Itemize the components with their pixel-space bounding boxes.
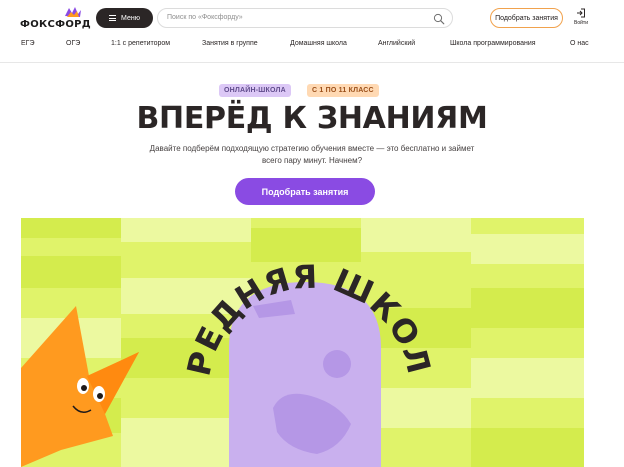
hero-subtitle: Давайте подберём подходящую стратегию об… <box>149 144 475 165</box>
nav-item-english[interactable]: Английский <box>378 40 415 47</box>
pick-classes-cta-label: Подобрать занятия <box>261 186 349 197</box>
pick-classes-header-button[interactable]: Подобрать занятия <box>490 8 563 28</box>
site-header: ФОКСФОРД Меню Поиск по «Фоксфорду» Подоб… <box>0 0 624 34</box>
nav-item-about[interactable]: О нас <box>570 40 589 47</box>
login-button[interactable]: Войти <box>572 8 590 26</box>
main-nav: ЕГЭ ОГЭ 1:1 с репетитором Занятия в груп… <box>0 40 624 50</box>
badge-online-school: ОНЛАЙН-ШКОЛА <box>219 84 291 97</box>
nav-item-home-school[interactable]: Домашняя школа <box>290 40 347 47</box>
nav-item-ege[interactable]: ЕГЭ <box>21 40 35 47</box>
login-icon <box>577 8 585 18</box>
search-icon[interactable] <box>433 13 445 25</box>
nav-item-group[interactable]: Занятия в группе <box>202 40 258 47</box>
middle-school-banner[interactable]: СРЕДНЯЯ ШКОЛА <box>21 218 584 467</box>
login-label: Войти <box>574 20 588 26</box>
pick-classes-header-label: Подобрать занятия <box>495 14 558 22</box>
menu-button-label: Меню <box>121 14 140 22</box>
badge-grades: С 1 ПО 11 КЛАСС <box>307 84 379 97</box>
logo-text: ФОКСФОРД <box>20 19 91 30</box>
hero-badges: ОНЛАЙН-ШКОЛА С 1 ПО 11 КЛАСС <box>0 84 624 97</box>
search-placeholder: Поиск по «Фоксфорду» <box>167 14 243 21</box>
hamburger-icon <box>109 15 117 21</box>
menu-button[interactable]: Меню <box>96 8 153 28</box>
banner-illustration: СРЕДНЯЯ ШКОЛА <box>21 218 584 467</box>
fox-logo-icon <box>65 7 81 17</box>
nav-item-tutor[interactable]: 1:1 с репетитором <box>111 40 170 47</box>
page-scrollbar[interactable] <box>620 0 624 467</box>
search-input[interactable]: Поиск по «Фоксфорду» <box>157 8 453 28</box>
nav-item-programming[interactable]: Школа программирования <box>450 40 536 47</box>
pick-classes-cta-button[interactable]: Подобрать занятия <box>235 178 375 205</box>
hero-title: ВПЕРЁД К ЗНАНИЯМ <box>136 101 488 136</box>
nav-item-oge[interactable]: ОГЭ <box>66 40 80 47</box>
nav-divider <box>0 62 624 63</box>
logo[interactable]: ФОКСФОРД <box>20 7 91 30</box>
